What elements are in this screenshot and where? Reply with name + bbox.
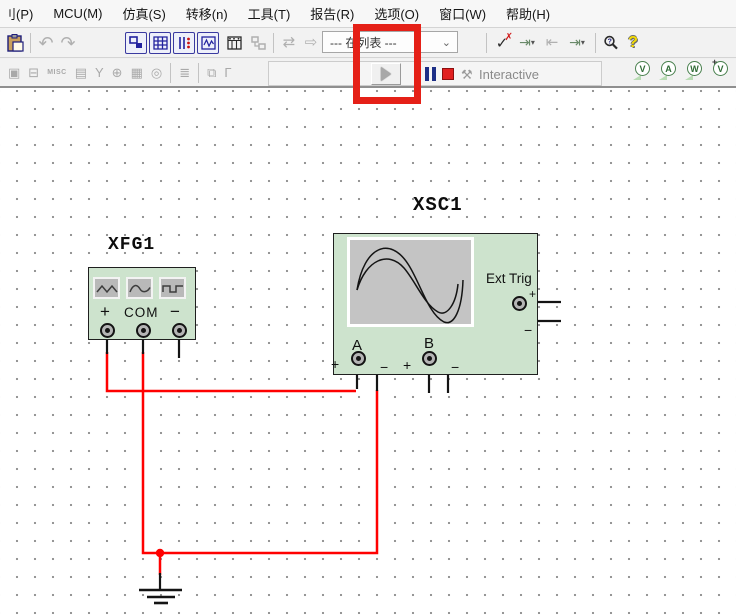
import-button[interactable]: ⇤ [541, 32, 563, 54]
xfg1-label[interactable]: XFG1 [108, 235, 155, 255]
list-red-dots-icon [177, 36, 192, 50]
chevron-down-icon: ⌄ [442, 36, 451, 49]
bom-button[interactable] [223, 32, 245, 54]
differential-probe-icon: V [713, 61, 728, 76]
place-bus-icon[interactable]: Γ [224, 66, 231, 79]
pause-simulation-button[interactable] [425, 67, 436, 81]
current-probe-icon: A [661, 61, 676, 76]
place-rf-icon[interactable]: Y [95, 66, 104, 79]
redo-icon[interactable]: ↷ [57, 32, 79, 54]
square-wave-icon [162, 282, 184, 295]
xfg1-minus-label: − [170, 302, 180, 322]
menu-simulate[interactable]: 仿真(S) [112, 0, 175, 28]
undo-icon[interactable]: ↶ [35, 32, 57, 54]
export-pcb-button[interactable]: ⇥ ▾ [563, 32, 591, 54]
pause-icon [425, 67, 429, 81]
menu-transfer[interactable]: 转移(n) [176, 0, 238, 28]
xfg1-com-label: COM [124, 305, 159, 320]
menu-window[interactable]: 窗口(W) [429, 0, 496, 28]
oscilloscope-screen [347, 237, 474, 327]
multisim-window: 刂(P) MCU(M) 仿真(S) 转移(n) 工具(T) 报告(R) 选项(O… [0, 0, 736, 615]
ext-trig-label: Ext Trig [486, 271, 532, 286]
simulation-panel: ⚒ Interactive [268, 61, 602, 86]
spreadsheet-icon [227, 36, 242, 50]
xfg1-minus-terminal[interactable] [172, 323, 187, 338]
sine-wave-button[interactable] [126, 277, 153, 299]
clipboard-icon [7, 34, 24, 52]
xsc1-a-terminal[interactable] [351, 351, 366, 366]
exttrig-minus-label: − [524, 322, 532, 338]
place-hierarchical-block-icon[interactable]: ⧉ [207, 66, 216, 79]
place-connector-icon[interactable]: ◎ [151, 66, 162, 79]
current-probe-button[interactable]: A [659, 61, 678, 80]
probe-toolbar: V A W + V [633, 61, 730, 80]
xfg1-com-terminal[interactable] [136, 323, 151, 338]
place-indicator-icon[interactable]: ▣ [8, 66, 20, 79]
menu-place[interactable]: 刂(P) [0, 0, 43, 28]
back-annotate-icon[interactable]: ⇄ [278, 32, 300, 54]
power-probe-button[interactable]: W [685, 61, 704, 80]
design-toolbox-button[interactable] [125, 32, 147, 54]
ground-symbol[interactable] [139, 590, 182, 603]
interactive-mode-label[interactable]: Interactive [479, 67, 539, 82]
scope-trace [350, 240, 471, 324]
database-manager-button[interactable] [173, 32, 195, 54]
paste-icon[interactable] [4, 32, 26, 54]
place-power-source-icon[interactable]: ⊟ [28, 66, 39, 79]
spreadsheet-view-button[interactable] [149, 32, 171, 54]
place-peripherals-icon[interactable]: ▤ [75, 66, 87, 79]
a-minus-label: − [380, 359, 388, 375]
annotation-highlight-rectangle [353, 24, 421, 104]
xsc1-label[interactable]: XSC1 [413, 194, 463, 216]
a-plus-label: + [331, 356, 339, 372]
export-netlist-button[interactable]: ⇥ ▾ [513, 32, 541, 54]
b-plus-label: + [403, 357, 411, 373]
place-electromechanical-icon[interactable]: ⊕ [112, 66, 123, 79]
voltage-probe-button[interactable]: V [633, 61, 652, 80]
wrench-icon: ⚒ [461, 67, 473, 83]
power-probe-icon: W [687, 61, 702, 76]
place-ni-component-icon[interactable]: ▦ [131, 66, 143, 79]
wire-junction[interactable] [156, 549, 164, 557]
triangle-wave-icon [96, 282, 118, 295]
place-misc-icon[interactable]: MISC [47, 69, 67, 76]
voltage-probe-icon: V [635, 61, 650, 76]
triangle-wave-button[interactable] [93, 277, 120, 299]
channel-b-label: B [424, 335, 434, 352]
place-mcu-icon[interactable]: ≣ [179, 66, 190, 79]
b-minus-label: − [451, 359, 459, 375]
magnifier-icon: ? [603, 35, 619, 51]
find-button[interactable]: ? [600, 32, 622, 54]
erc-check-button[interactable]: ✓ ✗ [491, 32, 513, 54]
grid-icon [153, 36, 168, 50]
menu-tools[interactable]: 工具(T) [238, 0, 301, 28]
stop-simulation-button[interactable] [442, 68, 454, 80]
xfg1-plus-terminal[interactable] [100, 323, 115, 338]
wire-red[interactable] [107, 352, 377, 575]
hierarchy-boxes-icon [129, 36, 144, 50]
differential-probe-button[interactable]: + V [711, 61, 730, 80]
menu-help[interactable]: 帮助(H) [496, 0, 560, 28]
sine-wave-icon [129, 282, 151, 295]
hierarchy-button[interactable] [247, 32, 269, 54]
svg-text:?: ? [608, 38, 612, 45]
menu-mcu[interactable]: MCU(M) [43, 1, 112, 26]
hierarchy-icon [251, 36, 266, 50]
grapher-button[interactable] [197, 32, 219, 54]
xsc1-b-terminal[interactable] [422, 351, 437, 366]
schematic-canvas[interactable]: XFG1 + COM − XSC1 [0, 88, 736, 615]
help-button[interactable]: ? [622, 32, 644, 54]
xsc1-exttrig-terminal[interactable] [512, 296, 527, 311]
waveform-icon [201, 36, 216, 50]
forward-annotate-icon[interactable]: ⇨ [300, 32, 322, 54]
exttrig-plus-label: + [529, 287, 536, 301]
xfg1-plus-label: + [100, 302, 110, 322]
square-wave-button[interactable] [159, 277, 186, 299]
